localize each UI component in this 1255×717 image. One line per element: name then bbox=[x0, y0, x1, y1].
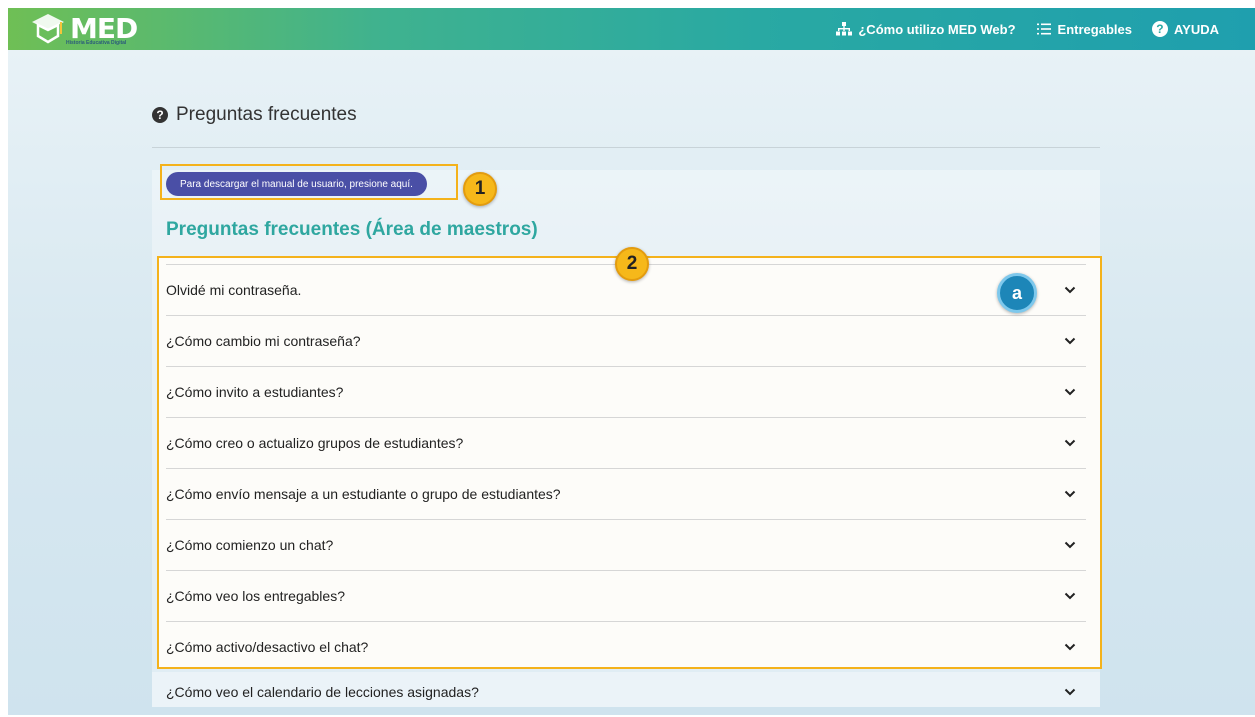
faq-item[interactable]: ¿Cómo comienzo un chat? bbox=[166, 519, 1086, 570]
faq-accordion: Olvidé mi contraseña. ¿Cómo cambio mi co… bbox=[158, 258, 1101, 668]
chevron-down-icon[interactable] bbox=[1060, 586, 1080, 606]
nav-how-to-use-label: ¿Cómo utilizo MED Web? bbox=[858, 21, 1016, 37]
highlight-box-1 bbox=[160, 164, 458, 200]
faq-item[interactable]: ¿Cómo invito a estudiantes? bbox=[166, 366, 1086, 417]
top-navbar: MED Historia Educativa Digital ¿Cómo uti… bbox=[8, 8, 1255, 50]
annotation-badge-a: a bbox=[997, 273, 1037, 313]
faq-item[interactable]: ¿Cómo veo los entregables? bbox=[166, 570, 1086, 621]
faq-item[interactable]: ¿Cómo veo el calendario de lecciones asi… bbox=[166, 666, 1086, 717]
chevron-down-icon[interactable] bbox=[1060, 280, 1080, 300]
faq-item[interactable]: ¿Cómo envío mensaje a un estudiante o gr… bbox=[166, 468, 1086, 519]
nav-help[interactable]: ? AYUDA bbox=[1151, 21, 1219, 37]
faq-question: ¿Cómo cambio mi contraseña? bbox=[166, 333, 361, 349]
nav-deliverables-label: Entregables bbox=[1057, 21, 1132, 37]
question-circle-icon: ? bbox=[152, 107, 168, 123]
list-icon bbox=[1036, 21, 1052, 37]
logo-text: MED bbox=[70, 12, 138, 45]
nav-deliverables[interactable]: Entregables bbox=[1036, 21, 1132, 37]
faq-question: ¿Cómo veo el calendario de lecciones asi… bbox=[166, 683, 479, 700]
faq-item[interactable]: ¿Cómo cambio mi contraseña? bbox=[166, 315, 1086, 366]
chevron-down-icon[interactable] bbox=[1060, 637, 1080, 657]
logo[interactable]: MED Historia Educativa Digital bbox=[30, 10, 138, 48]
faq-question: ¿Cómo comienzo un chat? bbox=[166, 537, 334, 553]
faq-item[interactable]: ¿Cómo creo o actualizo grupos de estudia… bbox=[166, 417, 1086, 468]
chevron-down-icon[interactable] bbox=[1060, 682, 1080, 702]
chevron-down-icon[interactable] bbox=[1060, 535, 1080, 555]
nav-how-to-use[interactable]: ¿Cómo utilizo MED Web? bbox=[836, 21, 1016, 37]
faq-question: ¿Cómo veo los entregables? bbox=[166, 588, 345, 604]
chevron-down-icon[interactable] bbox=[1060, 382, 1080, 402]
title-divider bbox=[152, 147, 1100, 148]
faq-question: ¿Cómo creo o actualizo grupos de estudia… bbox=[166, 435, 464, 451]
page-title-text: Preguntas frecuentes bbox=[176, 104, 357, 125]
sitemap-icon bbox=[836, 21, 853, 37]
logo-subtitle: Historia Educativa Digital bbox=[66, 40, 127, 46]
chevron-down-icon[interactable] bbox=[1060, 433, 1080, 453]
annotation-badge-2: 2 bbox=[615, 247, 649, 281]
faq-question: ¿Cómo envío mensaje a un estudiante o gr… bbox=[166, 486, 561, 502]
nav-help-label: AYUDA bbox=[1173, 21, 1219, 37]
nav-links: ¿Cómo utilizo MED Web? Entregables ? AYU… bbox=[836, 8, 1219, 50]
faq-question: ¿Cómo activo/desactivo el chat? bbox=[166, 639, 369, 655]
annotation-badge-1: 1 bbox=[463, 172, 497, 206]
page-title: ? Preguntas frecuentes bbox=[152, 104, 357, 126]
graduation-cap-icon bbox=[32, 14, 64, 44]
help-circle-icon: ? bbox=[1151, 21, 1168, 37]
section-heading: Preguntas frecuentes (Área de maestros) bbox=[166, 219, 538, 240]
faq-accordion-continued: ¿Cómo veo el calendario de lecciones asi… bbox=[152, 672, 1100, 707]
chevron-down-icon[interactable] bbox=[1060, 484, 1080, 504]
chevron-down-icon[interactable] bbox=[1060, 331, 1080, 351]
faq-question: ¿Cómo invito a estudiantes? bbox=[166, 384, 344, 400]
faq-item[interactable]: ¿Cómo activo/desactivo el chat? bbox=[166, 621, 1086, 672]
faq-question: Olvidé mi contraseña. bbox=[166, 282, 302, 298]
